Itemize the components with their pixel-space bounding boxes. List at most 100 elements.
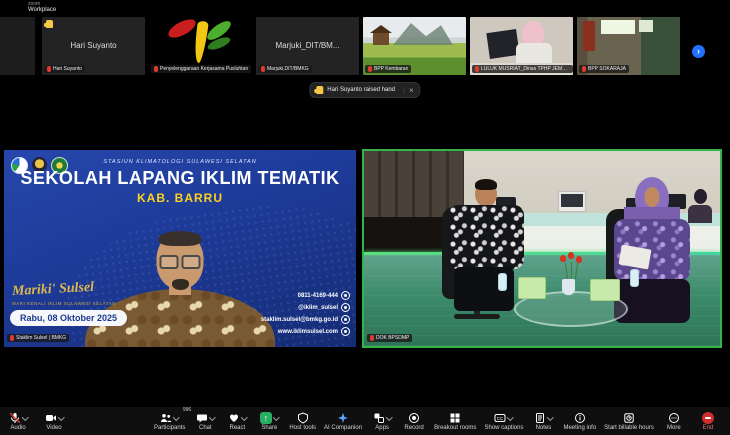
banner-location: KAB. BARRU [4, 191, 356, 205]
window-title: zoom Workplace [28, 1, 56, 13]
ai-companion-button[interactable]: AI Companion [324, 411, 362, 431]
meeting-toolbar: Audio Video 996 Participants Chat React … [0, 407, 730, 435]
coffee-table [514, 267, 626, 331]
show-captions-button[interactable]: CC Show captions [484, 411, 523, 431]
billable-hours-button[interactable]: Start billable hours [604, 411, 654, 431]
main-video-staklim[interactable]: STASIUN KLIMATOLOGI SULAWESI SELATAN SEK… [4, 150, 356, 347]
more-dots-icon [668, 412, 680, 424]
participant-name-tag: LULUK MUSRIAT_Dinas TPHP JEMBER [472, 65, 573, 73]
tile-display-name: Hari Suyanto [42, 41, 145, 50]
hut-scene [373, 33, 389, 45]
email-icon [341, 315, 350, 324]
video-camera-icon [45, 412, 57, 424]
end-call-icon [702, 412, 714, 424]
svg-text:CC: CC [497, 416, 504, 421]
video-tile-hari-suyanto[interactable]: Hari Suyanto Hari Suyanto [42, 17, 145, 75]
heart-icon [228, 412, 240, 424]
contact-row: 0811-4169-444 [298, 291, 350, 300]
participants-count: 996 [183, 407, 191, 413]
notes-button[interactable]: Notes [531, 411, 555, 431]
mountain-scene [393, 23, 453, 45]
participant-name-tag: BPP Kembaran [365, 65, 411, 73]
mic-muted-icon [9, 412, 21, 424]
grid-icon [449, 412, 461, 424]
host-male-figure [456, 181, 516, 321]
green-gift-box [518, 277, 546, 299]
video-tile-bpp-sokaraja[interactable]: BPP SOKARAJA [577, 17, 680, 75]
video-tile-pusluhtan[interactable]: Penyelenggaraan Kerjasama Pusluhtan [149, 17, 252, 75]
tile-display-name: Marjuki_DIT/BM... [256, 41, 359, 50]
video-tile-luluk[interactable]: LULUK MUSRIAT_Dinas TPHP JEMBER [470, 17, 573, 75]
react-button[interactable]: React [225, 411, 249, 431]
app-title: Workplace [28, 7, 56, 13]
muted-mic-icon [370, 335, 374, 341]
laptop-shape [486, 29, 519, 59]
contact-row: staklim.sulsel@bmkg.go.id [261, 315, 350, 324]
participants-button[interactable]: 996 Participants [154, 411, 185, 431]
presenter-head [157, 233, 204, 289]
muted-mic-icon [47, 66, 51, 72]
more-button[interactable]: More [662, 411, 686, 431]
main-video-studio-active[interactable]: DOK BPSDMP [362, 149, 722, 348]
raised-hand-icon [46, 20, 53, 28]
green-gift-box [590, 279, 620, 301]
muted-mic-icon [154, 66, 158, 72]
record-icon [408, 412, 420, 424]
window-shape [601, 20, 635, 34]
video-tile-marjuki[interactable]: Marjuki_DIT/BM... Marjuki,DIT/BMKG [256, 17, 359, 75]
chevron-up-icon[interactable] [242, 415, 247, 420]
event-banner: STASIUN KLIMATOLOGI SULAWESI SELATAN SEK… [4, 159, 356, 205]
participant-name-tag: BPP SOKARAJA [579, 65, 629, 73]
gallery-strip: Hari Suyanto Hari Suyanto Penyelenggaraa… [0, 15, 730, 78]
record-button[interactable]: Record [402, 411, 426, 431]
globe-icon [341, 327, 350, 336]
share-screen-button[interactable]: ↑ Share [257, 411, 281, 431]
banner-subheader: STASIUN KLIMATOLOGI SULAWESI SELATAN [4, 159, 356, 165]
red-tulip [576, 256, 582, 263]
video-tile-partial[interactable] [0, 17, 35, 75]
batik-shirt [448, 205, 524, 269]
flower-vase [562, 279, 575, 295]
host-tools-button[interactable]: Host tools [289, 411, 316, 431]
chevron-up-icon[interactable] [174, 415, 179, 420]
chat-button[interactable]: Chat [193, 411, 217, 431]
chevron-up-icon[interactable] [23, 415, 28, 420]
whatsapp-icon [341, 291, 350, 300]
studio-scene: DOK BPSDMP [364, 151, 720, 346]
monitor-shape [558, 191, 586, 212]
apps-icon [373, 412, 385, 424]
muted-mic-icon [368, 66, 372, 72]
breakout-rooms-button[interactable]: Breakout rooms [434, 411, 476, 431]
raised-hand-icon [316, 86, 323, 94]
curtain-shape [583, 21, 595, 51]
chevron-up-icon[interactable] [387, 415, 392, 420]
shield-icon [297, 412, 309, 424]
participant-name-tag: Staklim Sulsel | BMKG [7, 334, 69, 342]
banner-title: SEKOLAH LAPANG IKLIM TEMATIK [4, 168, 356, 189]
close-icon[interactable]: × [403, 87, 414, 94]
captions-icon: CC [494, 412, 506, 424]
muted-mic-icon [261, 66, 265, 72]
video-tile-bpp-1[interactable]: BPP Kembaran [363, 17, 466, 75]
audio-button[interactable]: Audio [6, 411, 30, 431]
contact-list: 0811-4169-444 @iklim_sulsel staklim.suls… [261, 291, 350, 336]
meeting-info-button[interactable]: Meeting info [563, 411, 596, 431]
logo-leaf-red [166, 17, 199, 41]
chevron-up-icon[interactable] [508, 415, 513, 420]
participant-name-tag: Marjuki,DIT/BMKG [258, 65, 312, 73]
chevron-up-icon[interactable] [274, 415, 279, 420]
apps-button[interactable]: Apps [370, 411, 394, 431]
window-shape [639, 20, 653, 32]
water-bottle [498, 273, 507, 291]
raised-hand-notification[interactable]: Hari Suyanto raised hand × [309, 82, 420, 98]
end-meeting-button[interactable]: End [696, 411, 720, 431]
chevron-up-icon[interactable] [59, 415, 64, 420]
info-icon [574, 412, 586, 424]
chevron-up-icon[interactable] [548, 415, 553, 420]
next-page-arrow-button[interactable]: › [692, 45, 705, 58]
chevron-up-icon[interactable] [210, 415, 215, 420]
video-button[interactable]: Video [42, 411, 66, 431]
contact-row: @iklim_sulsel [298, 303, 350, 312]
presenter-figure [80, 225, 280, 347]
red-tulip [560, 255, 566, 262]
